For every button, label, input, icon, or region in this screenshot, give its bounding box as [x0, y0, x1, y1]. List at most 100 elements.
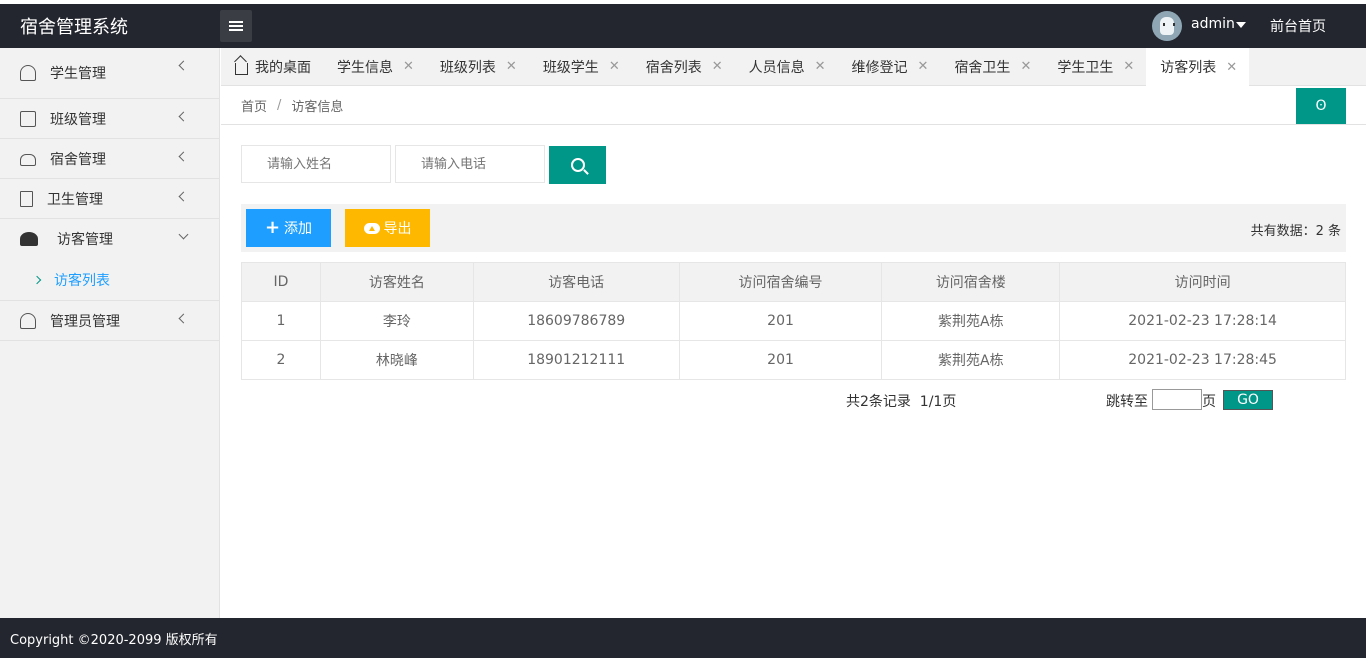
- frontend-home-link[interactable]: 前台首页: [1270, 16, 1326, 36]
- refresh-icon: ʘ: [1315, 98, 1327, 114]
- document-icon: [20, 190, 33, 207]
- table-cell: 18609786789: [472, 301, 680, 341]
- sidebar-item-hygiene-management[interactable]: 卫生管理: [0, 179, 219, 219]
- tab-label: 宿舍卫生: [954, 59, 1011, 76]
- close-icon[interactable]: ✕: [1123, 59, 1134, 74]
- tab-visitor-list[interactable]: 访客列表 ✕: [1146, 48, 1250, 86]
- table-cell: 紫荆苑A栋: [881, 340, 1061, 380]
- sidebar-subitem-visitor-list[interactable]: 访客列表: [0, 259, 219, 301]
- breadcrumb-current: 访客信息: [291, 100, 344, 115]
- tab-dorm-list[interactable]: 宿舍列表 ✕: [632, 48, 735, 85]
- search-icon: [570, 158, 585, 172]
- sidebar-item-label: 卫生管理: [47, 191, 103, 208]
- add-button[interactable]: + 添加: [246, 209, 331, 247]
- export-button-label: 导出: [383, 221, 412, 237]
- class-icon: [20, 110, 36, 127]
- sidebar-item-label: 访客管理: [57, 232, 113, 248]
- table-cell: 2021-02-23 17:28:14: [1059, 301, 1346, 341]
- sidebar-item-admin-management[interactable]: 管理员管理: [0, 301, 219, 341]
- tab-bar: 我的桌面 学生信息 ✕ 班级列表 ✕ 班级学生 ✕ 宿舍列表 ✕ 人员信息 ✕ …: [221, 48, 1366, 86]
- caret-down-icon[interactable]: [1236, 22, 1246, 28]
- sidebar-item-student-management[interactable]: 学生管理: [0, 48, 219, 99]
- table-cell: 18901212111: [472, 340, 680, 380]
- sofa-icon: [20, 153, 36, 166]
- table-cell: 1: [241, 301, 321, 341]
- footer: Copyright ©2020-2099 版权所有: [0, 618, 1366, 658]
- tab-label: 班级列表: [439, 59, 496, 76]
- tab-class-students[interactable]: 班级学生 ✕: [529, 48, 632, 85]
- tab-repair-registration[interactable]: 维修登记 ✕: [838, 48, 941, 85]
- sidebar: 学生管理 班级管理 宿舍管理 卫生管理 访客管理 访客列表 管理员管理: [0, 48, 220, 618]
- record-count: 共有数据：2 条: [1250, 224, 1341, 239]
- go-button[interactable]: GO: [1223, 390, 1273, 410]
- chevron-down-icon: [178, 229, 189, 240]
- sidebar-item-label: 宿舍管理: [50, 151, 106, 168]
- table-row[interactable]: 1 李玲 18609786789 201 紫荆苑A栋 2021-02-23 17…: [241, 301, 1346, 341]
- tab-personnel-info[interactable]: 人员信息 ✕: [735, 48, 838, 85]
- export-button[interactable]: 导出: [345, 209, 430, 247]
- breadcrumb: 首页 / 访客信息: [221, 87, 1366, 125]
- close-icon[interactable]: ✕: [1226, 60, 1237, 75]
- table-row[interactable]: 2 林晓峰 18901212111 201 紫荆苑A栋 2021-02-23 1…: [241, 340, 1346, 380]
- menu-toggle-button[interactable]: [220, 10, 252, 42]
- tab-student-hygiene[interactable]: 学生卫生 ✕: [1043, 48, 1146, 85]
- username-label[interactable]: admin: [1191, 16, 1235, 32]
- breadcrumb-home[interactable]: 首页: [241, 96, 267, 115]
- chevron-left-icon: [178, 313, 189, 324]
- column-header: 访客电话: [472, 262, 680, 302]
- table-cell: 2021-02-23 17:28:45: [1059, 340, 1346, 380]
- chevron-left-icon: [178, 191, 189, 202]
- sidebar-item-class-management[interactable]: 班级管理: [0, 99, 219, 139]
- column-header: 访客姓名: [319, 262, 474, 302]
- sidebar-item-dorm-management[interactable]: 宿舍管理: [0, 139, 219, 179]
- tab-label: 我的桌面: [255, 59, 311, 76]
- sidebar-item-label: 学生管理: [50, 66, 106, 82]
- column-header: 访问宿舍编号: [678, 262, 883, 302]
- page-unit-label: 页: [1202, 394, 1216, 410]
- phone-search-input[interactable]: [395, 145, 545, 183]
- sidebar-item-visitor-management[interactable]: 访客管理: [0, 219, 219, 259]
- tab-label: 班级学生: [542, 59, 599, 76]
- column-header: ID: [241, 262, 321, 302]
- column-header: 访问宿舍楼: [881, 262, 1061, 302]
- app-logo-title: 宿舍管理系统: [20, 17, 128, 38]
- close-icon[interactable]: ✕: [403, 59, 414, 74]
- sidebar-item-label: 管理员管理: [50, 313, 120, 330]
- close-icon[interactable]: ✕: [506, 59, 517, 74]
- table-cell: 201: [678, 340, 883, 380]
- add-button-label: 添加: [284, 221, 313, 237]
- admin-icon: [20, 312, 36, 329]
- close-icon[interactable]: ✕: [609, 59, 620, 74]
- chevron-left-icon: [178, 111, 189, 122]
- name-search-input[interactable]: [241, 145, 391, 183]
- chevron-right-icon: [32, 275, 42, 284]
- tab-dorm-hygiene[interactable]: 宿舍卫生 ✕: [940, 48, 1043, 85]
- chevron-left-icon: [178, 151, 189, 162]
- avatar[interactable]: [1152, 11, 1182, 41]
- visitor-table: ID 访客姓名 访客电话 访问宿舍编号 访问宿舍楼 访问时间 1 李玲 1860…: [241, 262, 1346, 380]
- tab-label: 学生卫生: [1057, 59, 1114, 76]
- table-header-row: ID 访客姓名 访客电话 访问宿舍编号 访问宿舍楼 访问时间: [241, 262, 1346, 302]
- tab-label: 人员信息: [748, 59, 805, 76]
- breadcrumb-separator: /: [277, 98, 282, 113]
- copyright-text: Copyright ©2020-2099 版权所有: [10, 632, 218, 648]
- tab-label: 宿舍列表: [645, 59, 702, 76]
- search-button[interactable]: [549, 146, 606, 184]
- tab-label: 访客列表: [1160, 60, 1217, 76]
- close-icon[interactable]: ✕: [918, 59, 929, 74]
- sidebar-item-label: 班级管理: [50, 111, 106, 128]
- close-icon[interactable]: ✕: [1020, 59, 1031, 74]
- tab-class-list[interactable]: 班级列表 ✕: [426, 48, 529, 85]
- tab-my-desktop[interactable]: 我的桌面: [221, 48, 323, 85]
- close-icon[interactable]: ✕: [712, 59, 723, 74]
- close-icon[interactable]: ✕: [815, 59, 826, 74]
- sidebar-subitem-label: 访客列表: [54, 272, 110, 289]
- tab-student-info[interactable]: 学生信息 ✕: [323, 48, 426, 85]
- table-cell: 李玲: [319, 301, 474, 341]
- table-cell: 201: [678, 301, 883, 341]
- refresh-button[interactable]: ʘ: [1296, 88, 1346, 124]
- plus-icon: +: [264, 217, 281, 238]
- tab-label: 维修登记: [851, 59, 908, 76]
- chevron-left-icon: [178, 60, 189, 71]
- page-jump-input[interactable]: [1152, 389, 1202, 410]
